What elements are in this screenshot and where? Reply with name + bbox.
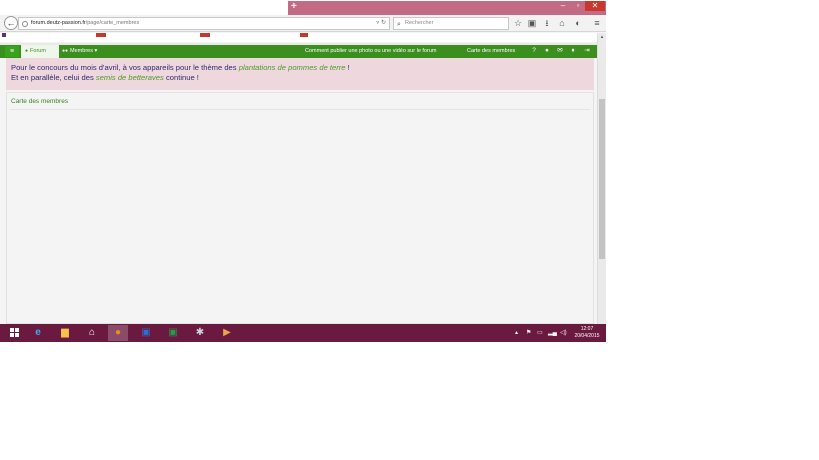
start-button[interactable] — [4, 325, 24, 341]
announcement-text: continue ! — [165, 73, 199, 82]
forum-navbar: ≡ ● Forum ●● Membres ▾ Comment publier une… — [0, 43, 606, 58]
hamburger-menu-button[interactable]: ≡ — [5, 46, 19, 57]
announcement-text: Pour le concours du mois d'avril, à vos … — [11, 63, 237, 72]
globe-icon — [22, 21, 28, 27]
scrollbar-thumb[interactable] — [599, 99, 605, 259]
scroll-up-icon[interactable]: ▴ — [598, 33, 606, 41]
new-tab-button[interactable]: + — [291, 2, 301, 12]
browser-toolbar: ← forum.deutz-passion.fr/page/carte_memb… — [0, 15, 606, 32]
page-content: Carte des membres — [6, 92, 594, 324]
announcement-theme-link[interactable]: plantations de pommes de terre — [239, 63, 346, 72]
announcement-text: ! — [347, 63, 350, 72]
file-explorer-icon[interactable]: ▆ — [55, 325, 75, 341]
tab-forum[interactable]: ● Forum — [21, 45, 59, 58]
strip-mark — [200, 33, 210, 37]
volume-icon[interactable]: ◁) — [560, 328, 567, 338]
help-photo-link[interactable]: Comment publier une photo ou une vidéo s… — [305, 45, 436, 58]
bookmarks-strip — [0, 33, 606, 42]
search-input[interactable]: ⌕ Rechercher — [393, 17, 509, 30]
tray-expand-icon[interactable]: ▴ — [515, 328, 518, 338]
user-icon[interactable]: ● — [543, 47, 551, 55]
download-icon[interactable]: ⭳ — [542, 18, 552, 28]
members-map-link[interactable]: Carte des membres — [467, 45, 515, 58]
search-placeholder: Rechercher — [405, 20, 434, 26]
announcement-text: Et en parallèle, celui des — [11, 73, 94, 82]
announcement-line-2: Et en parallèle, celui des semis de bett… — [11, 73, 594, 83]
tab-forum-label: Forum — [30, 48, 46, 54]
chat-bubble-icon: ● — [25, 48, 29, 54]
announcement-banner: Pour le concours du mois d'avril, à vos … — [6, 58, 594, 90]
home-icon[interactable]: ⌂ — [557, 18, 567, 28]
strip-mark — [96, 33, 106, 37]
help-icon[interactable]: ? — [530, 47, 538, 55]
tab-members[interactable]: ●● Membres ▾ — [62, 45, 97, 58]
vertical-scrollbar[interactable]: ▴ — [597, 33, 606, 324]
clock-date: 20/04/2015 — [574, 333, 600, 339]
tab-members-label: Membres — [70, 48, 93, 54]
browser-titlebar: + – ▫ ✕ — [0, 0, 606, 15]
signal-icon[interactable]: ▂▄ — [548, 328, 557, 338]
home-taskbar-icon[interactable]: ⌂ — [82, 325, 102, 341]
windows-logo-icon — [9, 328, 19, 337]
messages-icon[interactable]: ✉ — [556, 47, 564, 55]
clock-time: 12:07 — [580, 326, 594, 332]
bookmark-star-icon[interactable]: ☆ — [513, 18, 523, 28]
logout-icon[interactable]: ⇥ — [583, 47, 591, 55]
announcement-theme-link[interactable]: semis de betteraves — [96, 73, 164, 82]
url-path: /page/carte_membres — [85, 20, 140, 26]
internet-explorer-icon[interactable]: e — [28, 325, 48, 341]
strip-mark — [300, 33, 308, 37]
settings-app-icon[interactable]: ✱ — [190, 325, 210, 341]
maximize-icon[interactable]: ▫ — [571, 1, 585, 11]
search-icon: ⌕ — [397, 21, 401, 28]
divider — [10, 109, 590, 110]
strip-mark — [2, 33, 6, 37]
battery-icon[interactable]: ▭ — [537, 328, 543, 338]
reload-icon[interactable]: ▿ ↻ — [376, 18, 386, 29]
media-player-icon[interactable]: ▶ — [217, 325, 237, 341]
url-host: forum.deutz-passion.fr — [31, 20, 86, 26]
firefox-icon[interactable]: ● — [108, 325, 128, 341]
excel-icon[interactable]: ▣ — [163, 325, 183, 341]
flag-icon[interactable]: ⚑ — [526, 328, 531, 338]
chat-icon[interactable]: ◐ — [573, 18, 583, 28]
windows-taskbar: e ▆ ⌂ ● ▣ ▣ ✱ ▶ ▴ ⚑ ▭ ▂▄ ◁) 12:07 20/04/… — [0, 324, 606, 342]
screen: + – ▫ ✕ ← forum.deutz-passion.fr/page/ca… — [0, 0, 606, 342]
breadcrumb-members-map[interactable]: Carte des membres — [11, 98, 68, 105]
close-icon[interactable]: ✕ — [585, 1, 605, 11]
hamburger-menu-icon[interactable]: ≡ — [592, 18, 602, 28]
system-clock[interactable]: 12:07 20/04/2015 — [572, 326, 602, 340]
word-icon[interactable]: ▣ — [136, 325, 156, 341]
url-bar[interactable]: forum.deutz-passion.fr/page/carte_membre… — [18, 17, 390, 30]
bookmarks-list-icon[interactable]: ▣ — [527, 18, 537, 28]
back-button[interactable]: ← — [4, 16, 18, 30]
announcement-line-1: Pour le concours du mois d'avril, à vos … — [11, 63, 594, 73]
notifications-icon[interactable]: ♦ — [569, 47, 577, 55]
users-icon: ●● — [62, 48, 69, 54]
minimize-icon[interactable]: – — [556, 1, 570, 11]
chevron-down-icon: ▾ — [94, 48, 98, 54]
